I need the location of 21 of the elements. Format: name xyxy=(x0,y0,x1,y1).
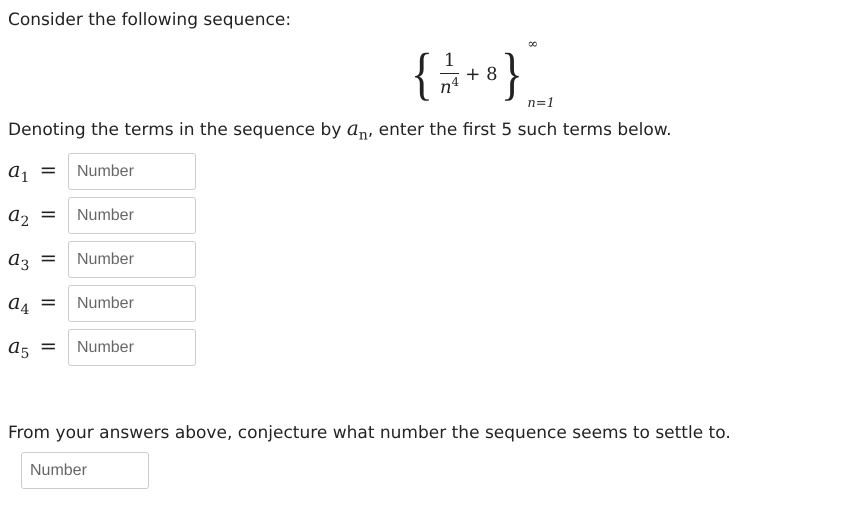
term-input-field[interactable]: Number xyxy=(68,329,196,366)
term-label: a$_{1}$ = xyxy=(8,158,58,186)
answer-input-field[interactable]: Number xyxy=(21,452,149,490)
close-brace: } xyxy=(500,45,523,103)
term-label: a$_{2}$ = xyxy=(8,202,58,230)
question-text: From your answers above, conjecture what number the sequence seems to settle to. xyxy=(8,422,732,446)
term-label: a$_{3}$ = xyxy=(8,246,58,274)
term-input-field[interactable]: Number xyxy=(68,285,196,322)
upper-limit: ∞ xyxy=(527,37,540,52)
open-brace: { xyxy=(410,45,434,103)
term-input-field[interactable]: Number xyxy=(68,153,196,190)
term-input-field[interactable]: Number xyxy=(68,197,196,234)
addend-text: + 8 xyxy=(465,64,498,84)
fraction-numerator: 1 xyxy=(440,50,460,74)
intro-text: Consider the following sequence: xyxy=(8,9,292,32)
instruction-text: Denoting the terms in the sequence by a$_{n}$, enter the first 5 such terms below. xyxy=(8,116,672,146)
term-label: a$_{5}$ = xyxy=(8,334,58,362)
term-input-field[interactable]: Number xyxy=(68,241,196,278)
fraction-denominator: n$^{4}$ xyxy=(440,74,460,98)
lower-limit: n=1 xyxy=(527,96,555,111)
term-label: a$_{4}$ = xyxy=(8,290,58,318)
